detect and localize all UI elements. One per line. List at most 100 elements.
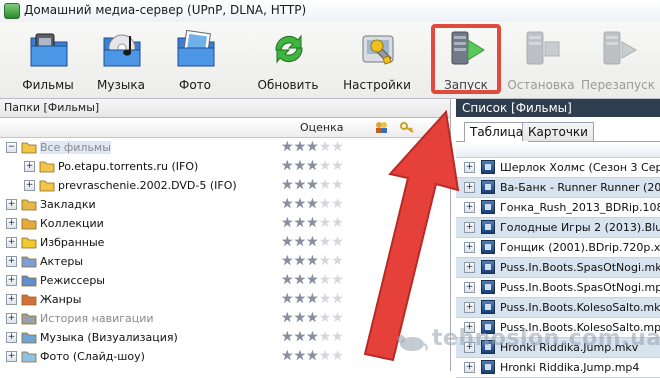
star-icon[interactable]: ★: [294, 330, 307, 344]
tree-item[interactable]: + Актеры ★★★★★: [0, 252, 450, 271]
star-icon[interactable]: ★: [331, 178, 344, 192]
expand-icon[interactable]: +: [464, 302, 475, 313]
star-icon[interactable]: ★: [331, 349, 344, 363]
star-icon[interactable]: ★: [319, 349, 332, 363]
expand-icon[interactable]: +: [464, 242, 475, 253]
star-icon[interactable]: ★: [319, 197, 332, 211]
list-item[interactable]: + Гонка_Rush_2013_BDRip.1080p.: [456, 198, 660, 218]
star-icon[interactable]: ★: [306, 311, 319, 325]
list-item[interactable]: + Puss.In.Boots.KolesoSalto.mkv: [456, 298, 660, 318]
star-icon[interactable]: ★: [319, 178, 332, 192]
list-item[interactable]: + Шерлок Холмс (Сезон 3 Серия 1: [456, 158, 660, 178]
tree-item[interactable]: + Режиссеры ★★★★★: [0, 271, 450, 290]
star-icon[interactable]: ★: [319, 235, 332, 249]
star-icon[interactable]: ★: [306, 140, 319, 154]
star-icon[interactable]: ★: [331, 235, 344, 249]
people-icon[interactable]: [374, 121, 388, 134]
star-icon[interactable]: ★: [281, 197, 294, 211]
expand-icon[interactable]: +: [24, 161, 35, 172]
refresh-button[interactable]: Обновить: [248, 24, 328, 96]
star-icon[interactable]: ★: [319, 330, 332, 344]
list-item[interactable]: + Гонщик (2001).BDrip.720p.x264.: [456, 238, 660, 258]
star-icon[interactable]: ★: [331, 330, 344, 344]
star-icon[interactable]: ★: [281, 311, 294, 325]
expand-icon[interactable]: +: [464, 282, 475, 293]
star-icon[interactable]: ★: [319, 254, 332, 268]
star-icon[interactable]: ★: [281, 178, 294, 192]
star-icon[interactable]: ★: [294, 197, 307, 211]
star-icon[interactable]: ★: [281, 273, 294, 287]
star-icon[interactable]: ★: [294, 216, 307, 230]
collapse-icon[interactable]: −: [6, 142, 17, 153]
rating-stars[interactable]: ★★★★★: [281, 216, 344, 230]
expand-icon[interactable]: +: [6, 313, 17, 324]
star-icon[interactable]: ★: [319, 292, 332, 306]
rating-stars[interactable]: ★★★★★: [281, 159, 344, 173]
expand-icon[interactable]: +: [6, 332, 17, 343]
star-icon[interactable]: ★: [281, 140, 294, 154]
rating-stars[interactable]: ★★★★★: [281, 140, 344, 154]
expand-icon[interactable]: +: [6, 199, 17, 210]
star-icon[interactable]: ★: [331, 311, 344, 325]
star-icon[interactable]: ★: [319, 311, 332, 325]
expand-icon[interactable]: +: [464, 202, 475, 213]
music-button[interactable]: Музыка: [81, 24, 161, 96]
star-icon[interactable]: ★: [319, 140, 332, 154]
expand-icon[interactable]: +: [6, 275, 17, 286]
star-icon[interactable]: ★: [294, 140, 307, 154]
restart-button[interactable]: Перезапуск: [578, 24, 658, 96]
star-icon[interactable]: ★: [294, 235, 307, 249]
list-item[interactable]: + Ва-Банк - Runner Runner (2013): [456, 178, 660, 198]
star-icon[interactable]: ★: [319, 159, 332, 173]
star-icon[interactable]: ★: [331, 159, 344, 173]
star-icon[interactable]: ★: [319, 273, 332, 287]
expand-icon[interactable]: +: [6, 256, 17, 267]
tree-item[interactable]: + Избранные ★★★★★: [0, 233, 450, 252]
films-button[interactable]: Фильмы: [8, 24, 88, 96]
expand-icon[interactable]: +: [464, 222, 475, 233]
rating-stars[interactable]: ★★★★★: [281, 273, 344, 287]
tree-item[interactable]: + Коллекции ★★★★★: [0, 214, 450, 233]
tab-cards[interactable]: Карточки: [522, 122, 594, 141]
rating-stars[interactable]: ★★★★★: [281, 235, 344, 249]
star-icon[interactable]: ★: [294, 178, 307, 192]
star-icon[interactable]: ★: [306, 235, 319, 249]
expand-icon[interactable]: +: [464, 182, 475, 193]
star-icon[interactable]: ★: [281, 159, 294, 173]
tree-item[interactable]: + Фото (Слайд-шоу) ★★★★★: [0, 347, 450, 366]
star-icon[interactable]: ★: [306, 330, 319, 344]
star-icon[interactable]: ★: [306, 254, 319, 268]
star-icon[interactable]: ★: [306, 197, 319, 211]
expand-icon[interactable]: +: [6, 351, 17, 362]
star-icon[interactable]: ★: [331, 216, 344, 230]
star-icon[interactable]: ★: [294, 159, 307, 173]
photo-button[interactable]: Фото: [155, 24, 235, 96]
star-icon[interactable]: ★: [306, 349, 319, 363]
rating-stars[interactable]: ★★★★★: [281, 292, 344, 306]
star-icon[interactable]: ★: [281, 254, 294, 268]
expand-icon[interactable]: +: [6, 218, 17, 229]
star-icon[interactable]: ★: [306, 216, 319, 230]
star-icon[interactable]: ★: [319, 216, 332, 230]
star-icon[interactable]: ★: [294, 311, 307, 325]
list-item[interactable]: + Голодные Игры 2 (2013).BluRay: [456, 218, 660, 238]
list-item[interactable]: + Puss.In.Boots.SpasOtNogi.mkv: [456, 258, 660, 278]
rating-stars[interactable]: ★★★★★: [281, 178, 344, 192]
rating-stars[interactable]: ★★★★★: [281, 197, 344, 211]
star-icon[interactable]: ★: [281, 216, 294, 230]
star-icon[interactable]: ★: [294, 349, 307, 363]
list-item[interactable]: + Hronki Riddika.Jump.mp4: [456, 358, 660, 378]
expand-icon[interactable]: +: [24, 180, 35, 191]
rating-column-header[interactable]: Оценка: [300, 121, 344, 134]
rating-stars[interactable]: ★★★★★: [281, 330, 344, 344]
tree-item[interactable]: − Все фильмы ★★★★★: [0, 138, 450, 157]
expand-icon[interactable]: +: [6, 294, 17, 305]
star-icon[interactable]: ★: [306, 178, 319, 192]
tab-table[interactable]: Таблица: [464, 122, 530, 142]
star-icon[interactable]: ★: [331, 197, 344, 211]
tree-item[interactable]: + История навигации ★★★★★: [0, 309, 450, 328]
rating-stars[interactable]: ★★★★★: [281, 254, 344, 268]
star-icon[interactable]: ★: [281, 330, 294, 344]
star-icon[interactable]: ★: [306, 273, 319, 287]
tree-item[interactable]: + Жанры ★★★★★: [0, 290, 450, 309]
